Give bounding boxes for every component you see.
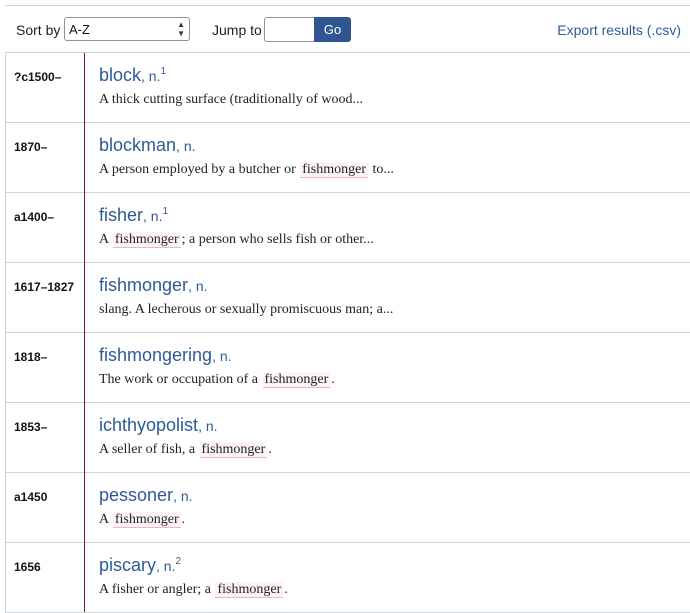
search-term-highlight: fishmonger	[199, 442, 268, 458]
result-row: 1818– fishmongering, n. The work or occupa…	[5, 333, 690, 403]
part-of-speech: , n.	[198, 418, 218, 434]
homonym-number: 2	[175, 556, 182, 567]
go-button[interactable]: Go	[314, 17, 351, 42]
search-term-highlight: fishmonger	[215, 582, 284, 598]
headword-text: fisher	[99, 205, 144, 225]
sort-select-value: A-Z	[69, 22, 90, 37]
results-toolbar: Sort by A-Z ▲ ▼ Jump to Go Export results…	[5, 6, 690, 52]
sort-select[interactable]: A-Z ▲ ▼	[64, 17, 190, 41]
entry-date: 1818–	[14, 350, 48, 364]
definition-text: A seller of fish, a	[99, 442, 199, 457]
entry-headword-link[interactable]: blockman, n.	[99, 135, 196, 156]
definition-text: A	[99, 512, 112, 527]
entry-headword-link[interactable]: fishmongering, n.	[99, 345, 232, 366]
definition-text: .	[268, 442, 272, 457]
search-term-highlight: fishmonger	[112, 232, 181, 248]
result-row: a1450 pessoner, n. A fishmonger.	[5, 473, 690, 543]
part-of-speech: , n.	[188, 278, 208, 294]
entry-date: 1853–	[14, 420, 48, 434]
result-row: 1656 piscary, n.2 A fisher or angler; a fi…	[5, 543, 690, 613]
headword-text: fishmonger	[99, 275, 189, 295]
entry-definition: A seller of fish, a fishmonger.	[99, 442, 272, 458]
select-arrows-icon: ▲ ▼	[177, 20, 185, 38]
results-list: ?c1500– block, n.1 A thick cutting surface…	[5, 53, 690, 613]
date-column-rule	[84, 53, 85, 612]
headword-text: blockman	[99, 135, 177, 155]
headword-text: fishmongering	[99, 345, 213, 365]
entry-headword-link[interactable]: piscary, n.2	[99, 555, 181, 576]
jump-input[interactable]	[264, 17, 314, 42]
result-row: 1870– blockman, n. A person employed by a …	[5, 123, 690, 193]
homonym-number: 1	[162, 206, 169, 217]
entry-headword-link[interactable]: fisher, n.1	[99, 205, 168, 226]
definition-text: The work or occupation of a	[99, 372, 262, 387]
definition-text: A thick cutting surface (traditionally o…	[99, 92, 363, 107]
entry-date: 1656	[14, 560, 41, 574]
entry-definition: A fishmonger; a person who sells fish or…	[99, 232, 374, 248]
entry-definition: The work or occupation of a fishmonger.	[99, 372, 335, 388]
entry-definition: A fisher or angler; a fishmonger.	[99, 582, 288, 598]
part-of-speech: , n.	[176, 138, 196, 154]
search-term-highlight: fishmonger	[300, 162, 368, 178]
headword-text: block	[99, 65, 142, 85]
result-row: ?c1500– block, n.1 A thick cutting surface…	[5, 53, 690, 123]
definition-text: A	[99, 232, 112, 247]
homonym-number: 1	[160, 66, 167, 77]
entry-date: a1400–	[14, 210, 55, 224]
entry-definition: A person employed by a butcher or fishmo…	[99, 162, 394, 178]
entry-headword-link[interactable]: fishmonger, n.	[99, 275, 208, 296]
jump-label: Jump to	[212, 22, 262, 38]
result-row: 1853– ichthyopolist, n. A seller of fish, …	[5, 403, 690, 473]
definition-text: to...	[369, 162, 394, 177]
definition-text: .	[284, 582, 288, 597]
headword-text: piscary	[99, 555, 157, 575]
part-of-speech: , n.	[156, 558, 176, 574]
part-of-speech: , n.	[143, 208, 163, 224]
entry-headword-link[interactable]: ichthyopolist, n.	[99, 415, 218, 436]
entry-definition: slang. A lecherous or sexually promiscuo…	[99, 302, 393, 318]
entry-date: a1450	[14, 490, 48, 504]
entry-definition: A fishmonger.	[99, 512, 185, 528]
definition-text: slang. A lecherous or sexually promiscuo…	[99, 302, 394, 317]
sort-label: Sort by	[16, 22, 61, 38]
definition-text: A fisher or angler; a	[99, 582, 215, 597]
export-results-link[interactable]: Export results (.csv)	[557, 22, 681, 38]
part-of-speech: , n.	[173, 488, 193, 504]
entry-date: 1870–	[14, 140, 48, 154]
entry-definition: A thick cutting surface (traditionally o…	[99, 92, 363, 108]
headword-text: ichthyopolist	[99, 415, 199, 435]
headword-text: pessoner	[99, 485, 174, 505]
entry-date: 1617–1827	[14, 280, 75, 294]
entry-date: ?c1500–	[14, 70, 62, 84]
definition-text: .	[181, 512, 186, 527]
definition-text: .	[331, 372, 335, 387]
definition-text: A person employed by a butcher or	[99, 162, 300, 177]
part-of-speech: , n.	[141, 68, 161, 84]
entry-headword-link[interactable]: pessoner, n.	[99, 485, 193, 506]
results-page: Sort by A-Z ▲ ▼ Jump to Go Export results…	[0, 0, 690, 613]
search-term-highlight: fishmonger	[262, 372, 331, 388]
result-row: a1400– fisher, n.1 A fishmonger; a person …	[5, 193, 690, 263]
result-row: 1617–1827 fishmonger, n. slang. A lecherou…	[5, 263, 690, 333]
part-of-speech: , n.	[212, 348, 232, 364]
definition-text: ; a person who sells fish or other...	[181, 232, 374, 247]
entry-headword-link[interactable]: block, n.1	[99, 65, 166, 86]
search-term-highlight: fishmonger	[112, 512, 181, 528]
